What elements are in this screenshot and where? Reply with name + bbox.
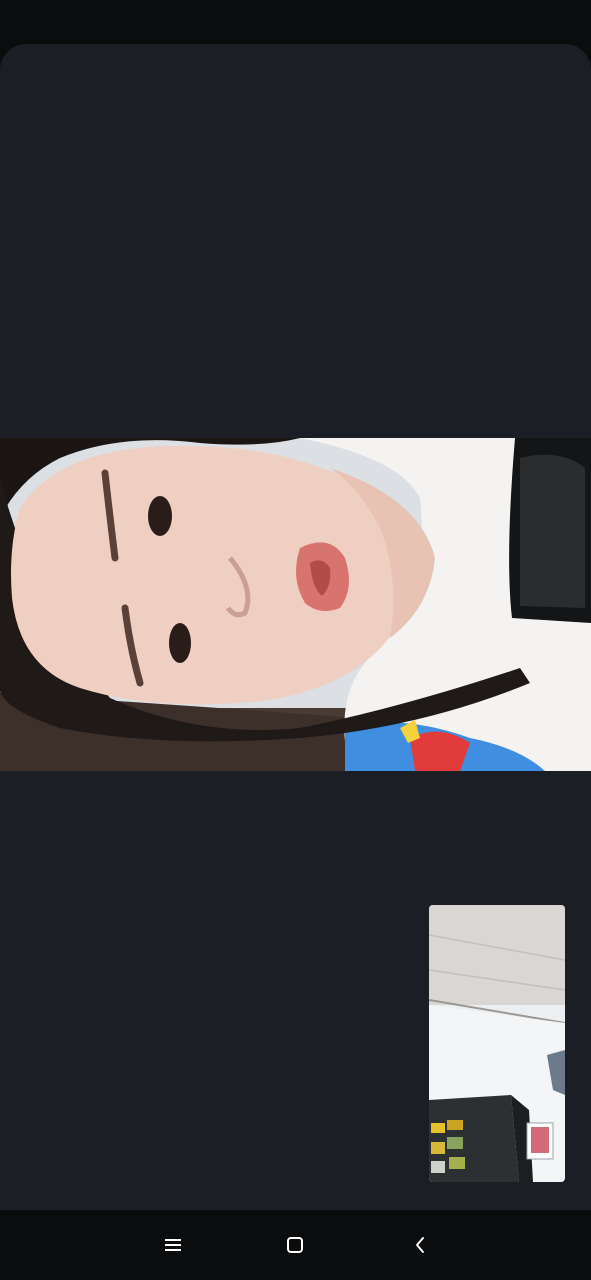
back-icon — [416, 1237, 424, 1253]
system-navigation-bar — [0, 1210, 591, 1280]
video-call-screen — [0, 0, 591, 1280]
menu-button[interactable] — [158, 1230, 188, 1260]
home-button[interactable] — [280, 1230, 310, 1260]
home-icon — [287, 1237, 303, 1253]
remote-video-image — [0, 438, 591, 771]
call-panel — [0, 44, 591, 1210]
self-view-image — [429, 905, 565, 1182]
remote-video-feed[interactable] — [0, 438, 591, 771]
local-self-view[interactable] — [429, 905, 565, 1182]
status-bar — [0, 0, 591, 44]
menu-icon — [165, 1239, 181, 1251]
back-button[interactable] — [405, 1230, 435, 1260]
